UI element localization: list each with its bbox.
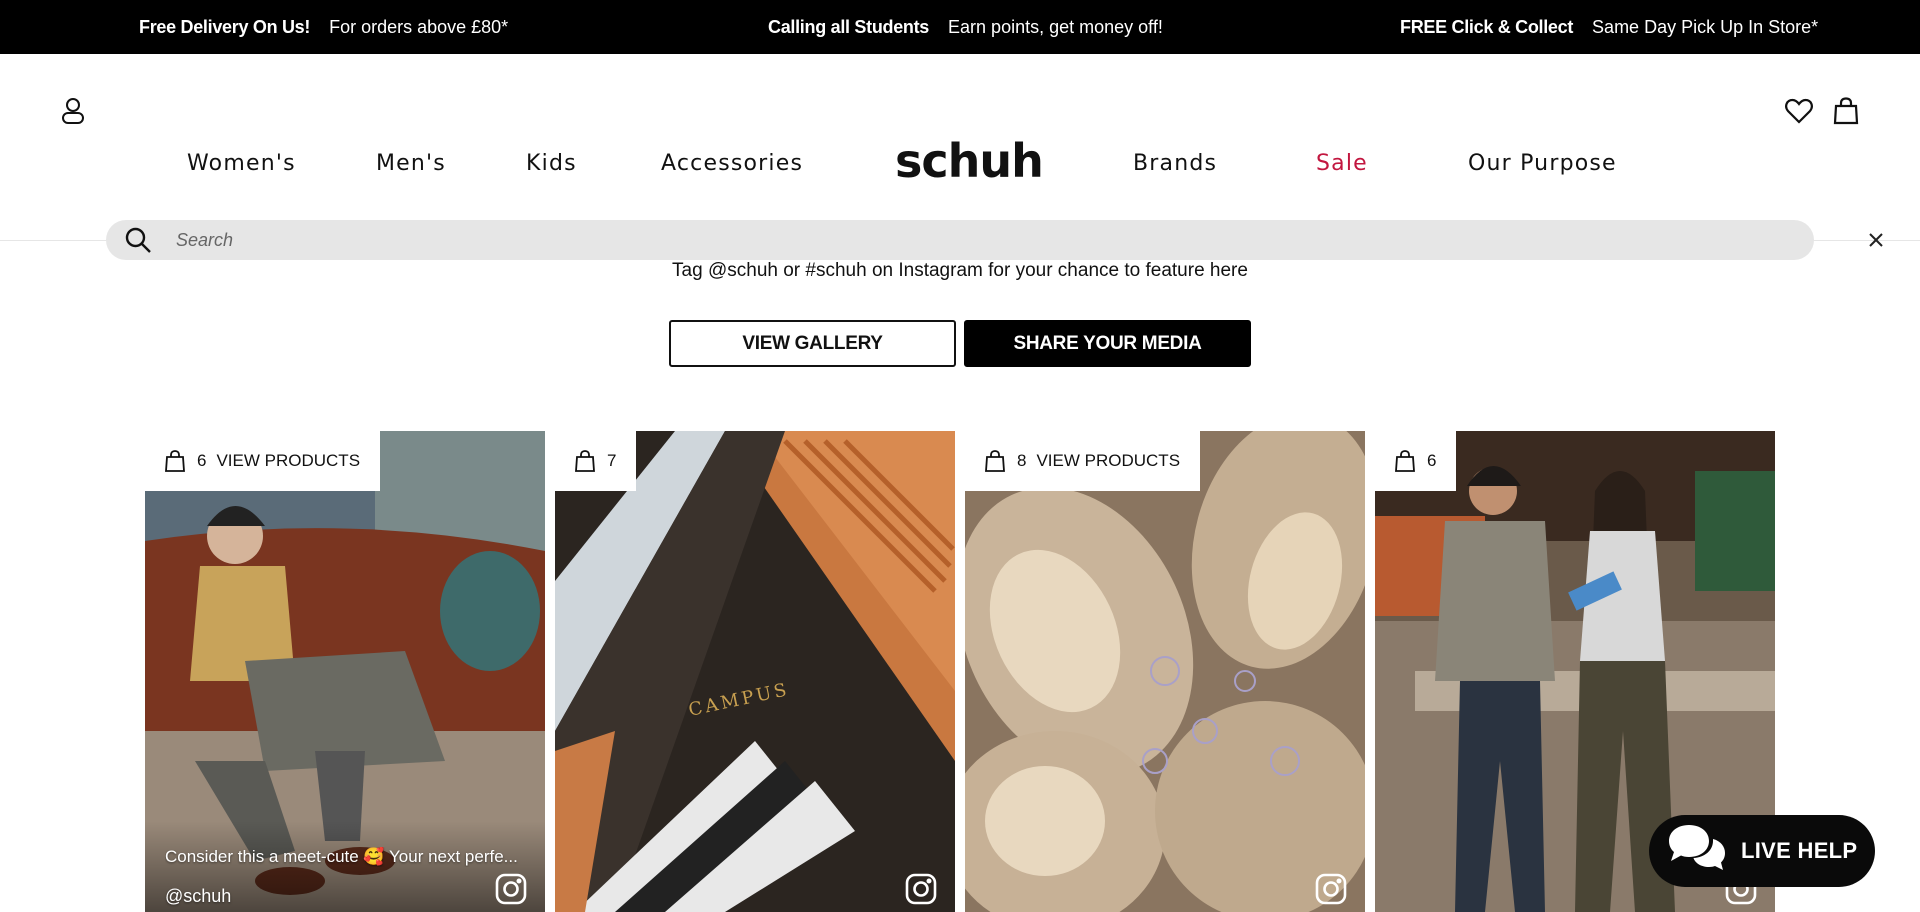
nav-sale[interactable]: Sale [1316, 151, 1368, 176]
search-icon[interactable] [124, 226, 152, 259]
view-products-label: VIEW PRODUCTS [216, 451, 361, 470]
shopping-bag-icon [165, 450, 185, 472]
view-gallery-button[interactable]: VIEW GALLERY [669, 320, 956, 367]
shopping-bag-icon[interactable] [1831, 96, 1861, 126]
site-header: Women's Men's Kids Accessories schuh Bra… [0, 54, 1920, 260]
live-help-label: LIVE HELP [1741, 838, 1858, 863]
promo-collect-title: FREE Click & Collect [1400, 16, 1574, 37]
shopping-bag-icon [575, 450, 595, 472]
instagram-post-tile[interactable]: 8 VIEW PRODUCTS [965, 431, 1365, 912]
nav-our-purpose[interactable]: Our Purpose [1468, 151, 1617, 176]
shopping-bag-icon [985, 450, 1005, 472]
promo-students-text: Earn points, get money off! [948, 16, 1163, 37]
product-count: 7 [607, 451, 617, 470]
instagram-tagline: Tag @schuh or #schuh on Instagram for yo… [672, 260, 1248, 281]
promo-delivery-title: Free Delivery On Us! [139, 16, 311, 37]
schuh-logo[interactable]: schuh [895, 134, 1044, 188]
account-icon[interactable] [58, 96, 88, 126]
products-chip[interactable]: 7 [555, 431, 637, 491]
instagram-icon [495, 873, 527, 910]
nav-kids[interactable]: Kids [526, 151, 577, 176]
products-chip[interactable]: 6 VIEW PRODUCTS [145, 431, 381, 491]
nav-mens[interactable]: Men's [376, 151, 446, 176]
post-photo-boy-on-sofa [145, 431, 545, 912]
instagram-icon [1315, 873, 1347, 910]
view-products-label: VIEW PRODUCTS [1036, 451, 1181, 470]
promo-students-title: Calling all Students [768, 16, 930, 37]
instagram-post-tile[interactable]: CAMPUS 7 [555, 431, 955, 912]
post-photo-ugg-slippers [965, 431, 1365, 912]
post-photo-trainer-closeup: CAMPUS [555, 431, 955, 912]
live-help-button[interactable]: LIVE HELP [1649, 815, 1875, 887]
promo-collect-text: Same Day Pick Up In Store* [1592, 16, 1819, 37]
share-your-media-button[interactable]: SHARE YOUR MEDIA [964, 320, 1251, 367]
wishlist-heart-icon[interactable] [1784, 96, 1814, 126]
nav-accessories[interactable]: Accessories [661, 151, 803, 176]
instagram-icon [905, 873, 937, 910]
chat-bubbles-icon [1667, 823, 1727, 879]
promo-students[interactable]: Calling all Students Earn points, get mo… [768, 0, 1163, 54]
products-chip[interactable]: 6 [1375, 431, 1457, 491]
search-input[interactable] [176, 220, 1736, 260]
promo-bar: Free Delivery On Us! For orders above £8… [0, 0, 1920, 54]
post-caption: Consider this a meet-cute 🥰 Your next pe… [165, 847, 518, 866]
shopping-bag-icon [1395, 450, 1415, 472]
clear-search-icon[interactable] [1868, 232, 1884, 253]
post-handle: @schuh [165, 886, 232, 906]
promo-delivery-text: For orders above £80* [329, 16, 509, 37]
nav-womens[interactable]: Women's [187, 151, 296, 176]
nav-brands[interactable]: Brands [1133, 151, 1217, 176]
product-count: 6 [1427, 451, 1437, 470]
product-count: 8 [1017, 451, 1027, 470]
instagram-post-tile[interactable]: 6 VIEW PRODUCTS Consider this a meet-cut… [145, 431, 545, 912]
promo-delivery[interactable]: Free Delivery On Us! For orders above £8… [139, 0, 508, 54]
search-bar [106, 220, 1883, 260]
product-count: 6 [197, 451, 207, 470]
products-chip[interactable]: 8 VIEW PRODUCTS [965, 431, 1201, 491]
promo-collect[interactable]: FREE Click & Collect Same Day Pick Up In… [1400, 0, 1818, 54]
